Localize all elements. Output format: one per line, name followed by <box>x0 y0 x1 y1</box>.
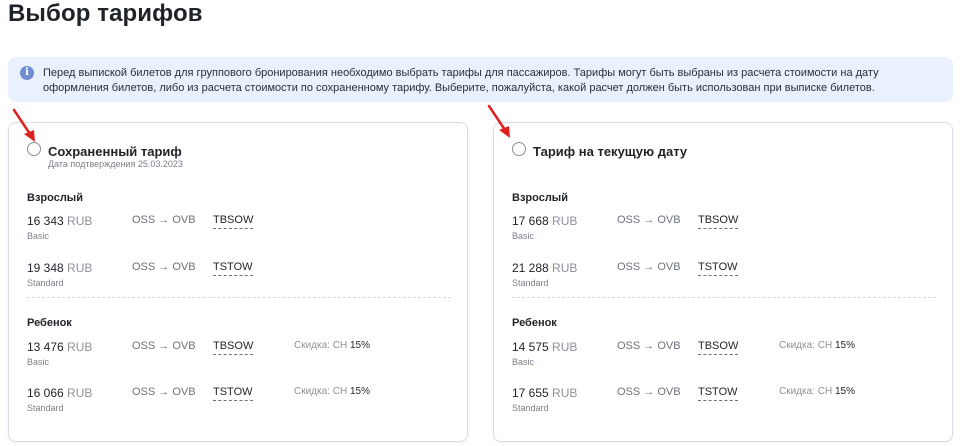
annotation-arrow-icon <box>487 104 510 138</box>
fare-code-link[interactable]: TSTOW <box>698 261 738 276</box>
fare-code-link[interactable]: TSTOW <box>698 386 738 401</box>
fare-price: 17 668 RUB <box>512 214 578 228</box>
current-tariff-card[interactable]: Тариф на текущую дату Взрослый 17 668 RU… <box>493 122 953 442</box>
fare-row: 13 476 RUB Basic OSS → OVB TBSOW Скидка:… <box>27 340 457 372</box>
annotation-arrow-icon <box>12 108 35 142</box>
adult-section-label: Взрослый <box>27 192 83 204</box>
fare-price: 13 476 RUB <box>27 340 93 354</box>
fare-row: 14 575 RUB Basic OSS → OVB TBSOW Скидка:… <box>512 340 942 372</box>
fare-price: 16 066 RUB <box>27 386 93 400</box>
fare-class: Basic <box>512 231 535 241</box>
fare-row: 17 668 RUB Basic OSS → OVB TBSOW <box>512 214 942 246</box>
fare-row: 16 066 RUB Standard OSS → OVB TSTOW Скид… <box>27 386 457 418</box>
fare-class: Basic <box>27 231 50 241</box>
fare-route: OSS → OVB <box>617 386 681 398</box>
fare-route: OSS → OVB <box>617 214 681 226</box>
fare-code-link[interactable]: TBSOW <box>698 214 739 229</box>
child-section-label: Ребенок <box>512 317 557 329</box>
fare-price: 21 288 RUB <box>512 261 578 275</box>
fare-route: OSS → OVB <box>617 340 681 352</box>
fare-row: 17 655 RUB Standard OSS → OVB TSTOW Скид… <box>512 386 942 418</box>
page-title: Выбор тарифов <box>8 0 203 27</box>
fare-class: Basic <box>27 357 50 367</box>
fare-code-link[interactable]: TBSOW <box>698 340 739 355</box>
fare-class: Basic <box>512 357 535 367</box>
fare-code-link[interactable]: TBSOW <box>213 340 254 355</box>
fare-discount: Скидка: CH 15% <box>294 386 370 397</box>
fare-route: OSS → OVB <box>132 214 196 226</box>
fare-price: 17 655 RUB <box>512 386 578 400</box>
fare-discount: Скидка: CH 15% <box>779 340 855 351</box>
fare-discount: Скидка: CH 15% <box>294 340 370 351</box>
child-section-label: Ребенок <box>27 317 72 329</box>
info-banner: i Перед выпиской билетов для группового … <box>8 57 953 102</box>
fare-class: Standard <box>27 278 64 288</box>
fare-row: 16 343 RUB Basic OSS → OVB TBSOW <box>27 214 457 246</box>
confirmation-date: Дата подтверждения 25.03.2023 <box>48 159 183 169</box>
fare-class: Standard <box>512 278 549 288</box>
section-divider <box>27 297 451 298</box>
fare-route: OSS → OVB <box>132 261 196 273</box>
fare-row: 19 348 RUB Standard OSS → OVB TSTOW <box>27 261 457 293</box>
fare-route: OSS → OVB <box>132 340 196 352</box>
info-text: Перед выпиской билетов для группового бр… <box>43 67 879 94</box>
current-tariff-radio[interactable] <box>512 142 526 156</box>
fare-code-link[interactable]: TSTOW <box>213 261 253 276</box>
fare-price: 19 348 RUB <box>27 261 93 275</box>
fare-price: 16 343 RUB <box>27 214 93 228</box>
fare-code-link[interactable]: TBSOW <box>213 214 254 229</box>
fare-row: 21 288 RUB Standard OSS → OVB TSTOW <box>512 261 942 293</box>
fare-route: OSS → OVB <box>132 386 196 398</box>
info-icon: i <box>20 66 34 80</box>
saved-tariff-card[interactable]: Сохраненный тариф Дата подтверждения 25.… <box>8 122 468 442</box>
fare-class: Standard <box>27 403 64 413</box>
fare-discount: Скидка: CH 15% <box>779 386 855 397</box>
fare-route: OSS → OVB <box>617 261 681 273</box>
fare-price: 14 575 RUB <box>512 340 578 354</box>
fare-code-link[interactable]: TSTOW <box>213 386 253 401</box>
section-divider <box>512 297 936 298</box>
adult-section-label: Взрослый <box>512 192 568 204</box>
fare-class: Standard <box>512 403 549 413</box>
current-tariff-title: Тариф на текущую дату <box>533 144 688 159</box>
saved-tariff-title: Сохраненный тариф <box>48 144 182 159</box>
